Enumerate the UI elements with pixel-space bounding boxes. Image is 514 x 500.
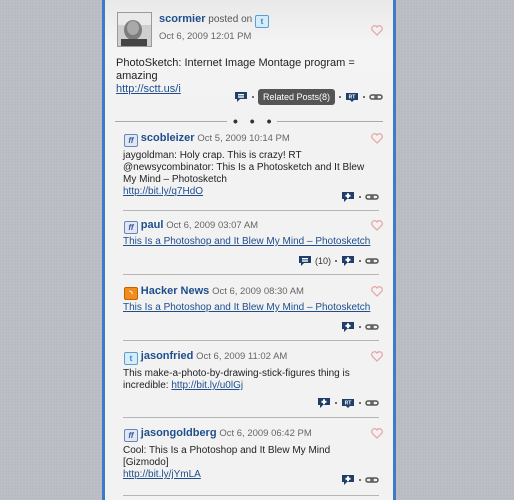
item-body: This make-a-photo-by-drawing-stick-figur… [123, 368, 375, 392]
item-body: This Is a Photoshop and It Blew My Mind … [123, 236, 375, 248]
heart-icon[interactable] [371, 286, 383, 297]
heart-icon[interactable] [371, 133, 383, 144]
action-separator [339, 96, 341, 98]
item-timestamp: Oct 6, 2009 06:42 PM [219, 428, 312, 439]
link-icon[interactable] [365, 191, 379, 203]
item-actions [341, 320, 379, 334]
link-icon[interactable] [369, 91, 383, 103]
item-actions [341, 473, 379, 487]
item-link[interactable]: This Is a Photoshop and It Blew My Mind … [123, 236, 370, 247]
post-username[interactable]: scormier [159, 13, 205, 25]
item-username[interactable]: jasongoldberg [141, 427, 217, 439]
item-body: Cool: This Is a Photoshop and It Blew My… [123, 445, 375, 481]
item-header: ff paul Oct 6, 2009 03:07 AM [124, 219, 258, 234]
item-username[interactable]: jasonfried [141, 350, 194, 362]
item-header: ff jasongoldberg Oct 6, 2009 06:42 PM [124, 427, 312, 442]
divider [115, 121, 227, 122]
list-item: t jasonfried Oct 6, 2009 11:02 AM This m… [123, 350, 383, 418]
item-username[interactable]: Hacker News [141, 285, 210, 297]
action-separator [251, 96, 254, 98]
item-body: This Is a Photoshop and It Blew My Mind … [123, 302, 375, 314]
stream-panel-inner: scormier posted on t Oct 6, 2009 12:01 P… [105, 0, 393, 500]
comment-icon[interactable] [341, 255, 355, 267]
item-link[interactable]: http://bit.ly/u0lGj [171, 380, 243, 391]
post-link[interactable]: http://sctt.us/i [116, 83, 181, 95]
post-header: scormier posted on t Oct 6, 2009 12:01 P… [159, 13, 269, 42]
stream-panel: scormier posted on t Oct 6, 2009 12:01 P… [102, 0, 396, 500]
action-separator [359, 260, 361, 262]
friendfeed-icon: ff [124, 221, 138, 234]
action-separator [359, 402, 361, 404]
action-separator [335, 402, 337, 404]
list-item: ff paul Oct 6, 2009 03:07 AM This Is a P… [123, 219, 383, 275]
divider [277, 121, 383, 122]
item-timestamp: Oct 6, 2009 08:30 AM [212, 286, 304, 297]
item-username[interactable]: paul [141, 219, 164, 231]
action-separator [335, 260, 337, 262]
heart-icon[interactable] [371, 220, 383, 231]
item-header: t jasonfried Oct 6, 2009 11:02 AM [124, 350, 287, 365]
heart-icon[interactable] [371, 25, 383, 36]
comment-icon[interactable] [341, 321, 355, 333]
posted-on-label: posted on [208, 14, 253, 25]
item-actions: RT [317, 396, 379, 410]
heart-icon[interactable] [371, 351, 383, 362]
post-text: PhotoSketch: Internet Image Montage prog… [116, 57, 355, 82]
link-icon[interactable] [365, 397, 379, 409]
item-header: ◝ Hacker News Oct 6, 2009 08:30 AM [124, 285, 304, 300]
main-post: scormier posted on t Oct 6, 2009 12:01 P… [105, 0, 393, 112]
item-actions [341, 190, 379, 204]
list-item: ◝ Hacker News Oct 6, 2009 08:30 AM This … [123, 285, 383, 341]
link-icon[interactable] [365, 321, 379, 333]
action-separator [359, 196, 361, 198]
comment-icon[interactable] [317, 397, 331, 409]
item-timestamp: Oct 6, 2009 03:07 AM [166, 220, 259, 231]
link-icon[interactable] [365, 255, 379, 267]
link-icon[interactable] [365, 474, 379, 486]
item-link[interactable]: This Is a Photoshop and It Blew My Mind … [123, 302, 370, 313]
comment-count: (10) [314, 256, 331, 266]
item-body: jaygoldman: Holy crap. This is crazy! RT… [123, 150, 375, 198]
item-link[interactable]: http://bit.ly/jYmLA [123, 469, 201, 480]
post-timestamp: Oct 6, 2009 12:01 PM [159, 31, 252, 42]
friendfeed-icon: ff [124, 134, 138, 147]
comment-icon[interactable] [298, 255, 312, 267]
retweet-icon[interactable]: RT [341, 397, 355, 409]
avatar[interactable] [117, 12, 152, 47]
twitter-icon: t [124, 352, 138, 365]
list-item: ff scobleizer Oct 5, 2009 10:14 PM jaygo… [123, 132, 383, 211]
related-posts-button[interactable]: Related Posts(8) [257, 89, 335, 105]
rss-icon: ◝ [124, 287, 138, 300]
item-text: Cool: This Is a Photoshop and It Blew My… [123, 445, 331, 468]
heart-icon[interactable] [371, 428, 383, 439]
svg-text:RT: RT [349, 95, 356, 101]
comment-icon[interactable] [234, 91, 248, 103]
friendfeed-icon: ff [124, 429, 138, 442]
action-separator [359, 326, 361, 328]
svg-text:RT: RT [345, 401, 352, 407]
item-timestamp: Oct 6, 2009 11:02 AM [196, 351, 288, 362]
twitter-icon: t [254, 15, 269, 28]
action-separator [359, 479, 361, 481]
item-username[interactable]: scobleizer [141, 132, 195, 144]
related-separator: • • • [115, 114, 383, 128]
item-timestamp: Oct 5, 2009 10:14 PM [197, 133, 290, 144]
comment-icon[interactable] [341, 474, 355, 486]
item-actions: (10) [298, 254, 379, 268]
item-text: jaygoldman: Holy crap. This is crazy! RT… [123, 150, 365, 185]
item-header: ff scobleizer Oct 5, 2009 10:14 PM [124, 132, 290, 147]
action-separator [363, 96, 365, 98]
post-actions: Related Posts(8) RT [234, 89, 383, 105]
more-dots[interactable]: • • • [233, 114, 275, 128]
retweet-icon[interactable]: RT [345, 91, 359, 103]
item-link[interactable]: http://bit.ly/q7HdO [123, 186, 203, 197]
comment-icon[interactable] [341, 191, 355, 203]
list-item: ff jasongoldberg Oct 6, 2009 06:42 PM Co… [123, 427, 383, 496]
